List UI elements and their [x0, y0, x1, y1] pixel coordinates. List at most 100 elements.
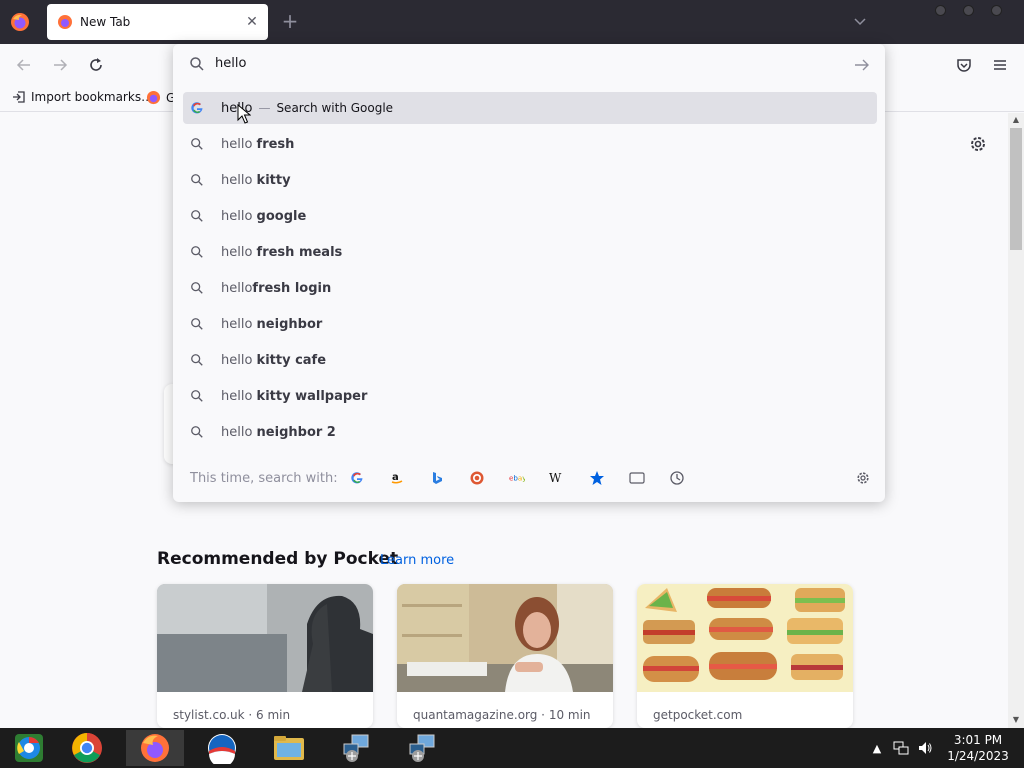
- suggestion-action: Search with Google: [276, 101, 394, 115]
- suggestion-item[interactable]: hello neighbor 2: [183, 416, 877, 448]
- forward-arrow-icon[interactable]: [49, 54, 71, 76]
- suggestion-separator: —: [258, 101, 271, 115]
- clock-time: 3:01 PM: [953, 733, 1003, 747]
- network-computer-icon: [343, 734, 369, 762]
- tab-bar: New Tab ✕ +: [0, 0, 1024, 44]
- go-arrow-icon[interactable]: [853, 56, 871, 74]
- pocket-card[interactable]: stylist.co.uk · 6 min: [157, 584, 373, 728]
- svg-text:W: W: [549, 471, 562, 485]
- taskbar-app-firefox[interactable]: [126, 730, 184, 766]
- article-thumbnail: [397, 584, 613, 692]
- new-tab-plus-icon[interactable]: +: [280, 11, 300, 31]
- suggestion-item[interactable]: hello kitty cafe: [183, 344, 877, 376]
- minimize-button[interactable]: [935, 5, 946, 16]
- folder-icon: [274, 736, 304, 760]
- mouse-cursor-icon: [237, 104, 251, 124]
- back-arrow-icon[interactable]: [13, 54, 35, 76]
- scroll-thumb[interactable]: [1010, 128, 1022, 250]
- chevron-down-icon[interactable]: [852, 14, 868, 30]
- import-icon: [13, 91, 25, 103]
- search-settings-gear-icon[interactable]: [855, 470, 871, 486]
- svg-text:ebay: ebay: [509, 474, 525, 483]
- article-thumbnail: [157, 584, 373, 692]
- close-tab-icon[interactable]: ✕: [242, 12, 262, 32]
- article-source: getpocket.com: [653, 708, 743, 722]
- taskbar-app-network[interactable]: [327, 730, 385, 766]
- suggestion-text: hello fresh meals: [221, 244, 343, 260]
- suggestion-text: hello kitty wallpaper: [221, 388, 368, 404]
- taskbar-app-chrome[interactable]: [58, 730, 116, 766]
- suggestion-text: hello fresh: [221, 136, 295, 152]
- suggestion-item[interactable]: hello kitty wallpaper: [183, 380, 877, 412]
- network-computer-icon: [409, 734, 435, 762]
- suggestion-item[interactable]: hello google: [183, 200, 877, 232]
- system-clock[interactable]: 3:01 PM 1/24/2023: [940, 732, 1016, 764]
- search-icon: [189, 136, 205, 152]
- bookmarks-star-icon[interactable]: [589, 470, 605, 486]
- search-icon: [189, 352, 205, 368]
- firefox-bookmark-icon: [146, 90, 161, 105]
- one-off-label: This time, search with:: [190, 471, 338, 486]
- scroll-up-icon[interactable]: ▲: [1011, 115, 1021, 125]
- reload-icon[interactable]: [85, 54, 107, 76]
- suggestion-item[interactable]: hellofresh login: [183, 272, 877, 304]
- suggestion-item[interactable]: hello fresh: [183, 128, 877, 160]
- scroll-down-icon[interactable]: ▼: [1011, 715, 1021, 725]
- tray-chevron-up-icon[interactable]: ▲: [869, 740, 885, 756]
- ebay-icon[interactable]: ebay: [509, 470, 525, 486]
- suggestion-text: hello neighbor: [221, 316, 323, 332]
- clock-date: 1/24/2023: [947, 749, 1009, 763]
- volume-icon[interactable]: [917, 740, 933, 756]
- duckduckgo-icon[interactable]: [469, 470, 485, 486]
- one-off-search-bar: This time, search with: a ebay W: [173, 460, 885, 496]
- search-icon: [189, 208, 205, 224]
- firefox-tab-icon: [58, 15, 72, 29]
- svg-text:a: a: [392, 472, 399, 483]
- taskbar-app-network-2[interactable]: [393, 730, 451, 766]
- pocket-card[interactable]: getpocket.com: [637, 584, 853, 728]
- suggestion-item[interactable]: hello kitty: [183, 164, 877, 196]
- google-icon[interactable]: [349, 470, 365, 486]
- pocket-icon[interactable]: [953, 54, 975, 76]
- taskbar-app-chromium[interactable]: [0, 730, 58, 766]
- suggestion-text: hello google: [221, 208, 307, 224]
- maximize-button[interactable]: [963, 5, 974, 16]
- campaign-logo-icon: [208, 734, 236, 764]
- bing-icon[interactable]: [429, 470, 445, 486]
- tab-new-tab[interactable]: New Tab ✕: [47, 4, 268, 40]
- suggestion-text: hello kitty: [221, 172, 291, 188]
- close-window-button[interactable]: [991, 5, 1002, 16]
- import-bookmarks-link[interactable]: Import bookmarks…: [12, 90, 153, 104]
- chrome-icon: [72, 733, 102, 763]
- search-icon: [189, 424, 205, 440]
- urlbar[interactable]: [173, 44, 885, 86]
- learn-more-link[interactable]: Learn more: [380, 553, 454, 568]
- tabs-icon[interactable]: [629, 470, 645, 486]
- history-icon[interactable]: [669, 470, 685, 486]
- pocket-heading: Recommended by Pocket: [157, 549, 399, 569]
- import-bookmarks-label: Import bookmarks…: [31, 90, 154, 104]
- suggestion-google[interactable]: hello — Search with Google: [183, 92, 877, 124]
- network-status-icon[interactable]: [893, 740, 909, 756]
- taskbar-app-obama[interactable]: [193, 730, 251, 766]
- suggestion-item[interactable]: hello fresh meals: [183, 236, 877, 268]
- taskbar-app-explorer[interactable]: [260, 730, 318, 766]
- amazon-icon[interactable]: a: [389, 470, 405, 486]
- wikipedia-icon[interactable]: W: [549, 470, 565, 486]
- suggestion-item[interactable]: hello neighbor: [183, 308, 877, 340]
- firefox-logo-icon[interactable]: [10, 12, 30, 32]
- google-icon: [189, 100, 205, 116]
- hamburger-menu-icon[interactable]: [989, 54, 1011, 76]
- url-input[interactable]: [215, 56, 815, 71]
- page-scrollbar[interactable]: ▲ ▼: [1008, 113, 1024, 728]
- pocket-card[interactable]: quantamagazine.org · 10 min: [397, 584, 613, 728]
- search-icon: [189, 388, 205, 404]
- suggestion-text: hello neighbor 2: [221, 424, 336, 440]
- suggestion-text: hello kitty cafe: [221, 352, 327, 368]
- search-icon: [189, 280, 205, 296]
- taskbar: ▲ 3:01 PM 1/24/2023: [0, 728, 1024, 768]
- gear-icon[interactable]: [968, 134, 988, 154]
- search-icon: [189, 172, 205, 188]
- article-source: stylist.co.uk · 6 min: [173, 708, 291, 722]
- urlbar-dropdown: hello — Search with Google hello fresh h…: [173, 44, 885, 502]
